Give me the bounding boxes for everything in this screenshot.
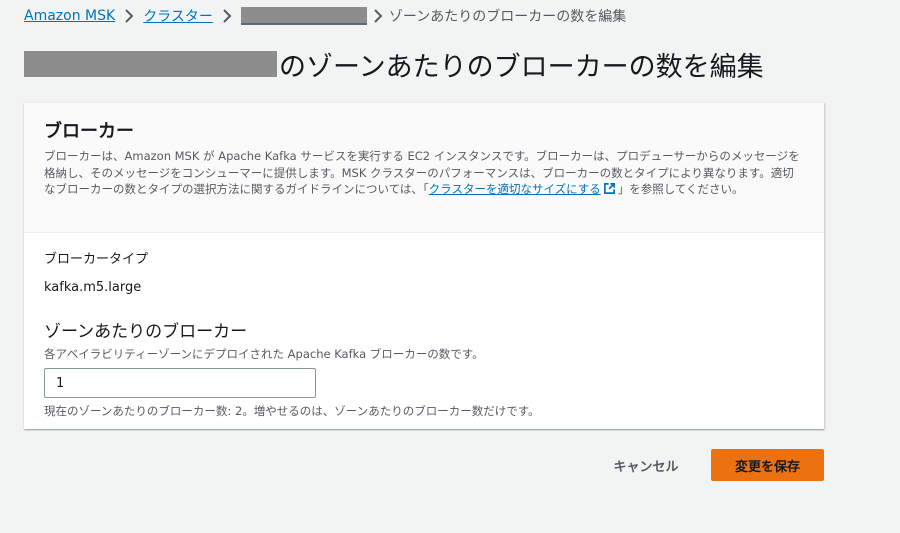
chevron-right-icon xyxy=(115,8,143,24)
panel-header: ブローカー ブローカーは、Amazon MSK が Apache Kafka サ… xyxy=(24,103,824,233)
brokers-per-zone-input[interactable] xyxy=(44,368,316,398)
save-changes-button[interactable]: 変更を保存 xyxy=(711,449,824,481)
breadcrumb-link-amazon-msk[interactable]: Amazon MSK xyxy=(24,8,115,24)
panel-title: ブローカー xyxy=(44,121,134,142)
breadcrumb-link-clusters[interactable]: クラスター xyxy=(143,6,213,26)
broker-type-label: ブローカータイプ xyxy=(44,252,149,267)
page-title-text: のゾーンあたりのブローカーの数を編集 xyxy=(279,51,764,83)
panel-body: ブローカータイプ kafka.m5.large ゾーンあたりのブローカー 各アベ… xyxy=(24,233,824,419)
broker-panel: ブローカー ブローカーは、Amazon MSK が Apache Kafka サ… xyxy=(24,102,824,429)
breadcrumb: Amazon MSK クラスター ゾーンあたりのブローカーの数を編集 xyxy=(24,6,626,26)
external-link-icon xyxy=(603,182,616,200)
brokers-per-zone-description: 各アベイラビリティーゾーンにデプロイされた Apache Kafka ブローカー… xyxy=(44,347,484,361)
chevron-right-icon xyxy=(367,8,389,24)
panel-description-suffix: 」を参照してください。 xyxy=(617,182,744,196)
breadcrumb-current: ゾーンあたりのブローカーの数を編集 xyxy=(388,9,627,25)
brokers-per-zone-hint: 現在のゾーンあたりのブローカー数: 2。増やせるのは、ゾーンあたりのブローカー数… xyxy=(44,404,540,418)
right-size-cluster-link-label: クラスターを適切なサイズにする xyxy=(428,182,601,196)
breadcrumb-link-cluster-name-redacted[interactable] xyxy=(240,7,367,25)
brokers-per-zone-title: ゾーンあたりのブローカー xyxy=(44,322,248,342)
chevron-right-icon xyxy=(213,8,241,24)
panel-description: ブローカーは、Amazon MSK が Apache Kafka サービスを実行… xyxy=(44,148,804,200)
broker-type-value: kafka.m5.large xyxy=(44,280,142,295)
page-title: のゾーンあたりのブローカーの数を編集 xyxy=(24,44,764,84)
cancel-button[interactable]: キャンセル xyxy=(598,449,694,481)
right-size-cluster-link[interactable]: クラスターを適切なサイズにする xyxy=(429,182,618,196)
cluster-name-redacted xyxy=(24,51,277,77)
